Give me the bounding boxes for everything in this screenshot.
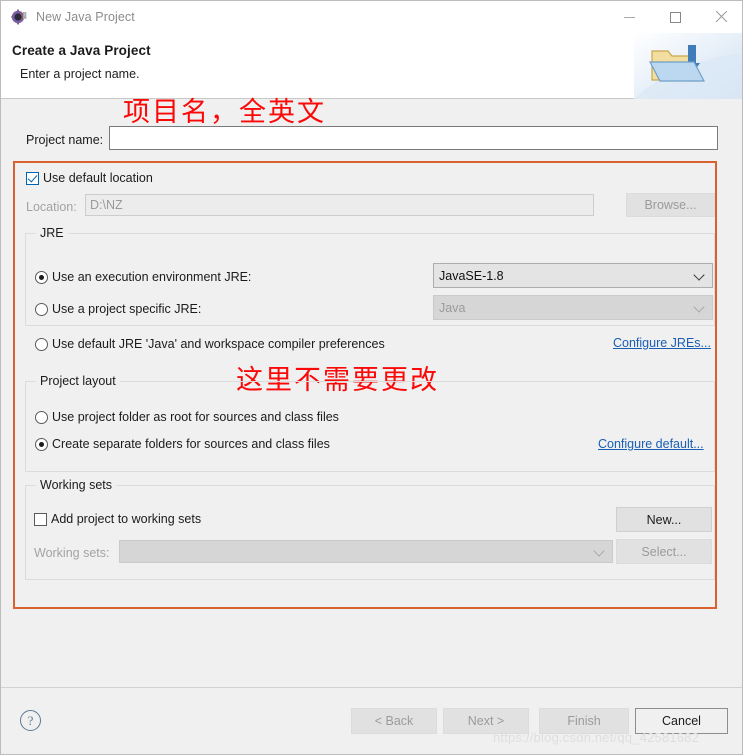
working-sets-combo[interactable]	[119, 540, 613, 563]
configure-jres-link[interactable]: Configure JREs...	[613, 336, 711, 350]
project-layout-legend: Project layout	[36, 374, 120, 388]
radio-project-folder-root-label: Use project folder as root for sources a…	[52, 410, 339, 424]
chevron-down-icon	[593, 544, 605, 557]
project-layout-group: Project layout	[25, 374, 715, 472]
maximize-icon	[669, 11, 681, 23]
minimize-button[interactable]	[606, 1, 652, 33]
page-subtitle: Enter a project name.	[20, 67, 140, 81]
configure-default-link[interactable]: Configure default...	[598, 437, 704, 451]
window-title: New Java Project	[36, 10, 135, 24]
radio-execution-environment-jre-label: Use an execution environment JRE:	[52, 270, 252, 284]
working-sets-label: Working sets:	[34, 546, 110, 560]
chevron-down-icon	[693, 268, 705, 281]
eclipse-java-project-icon	[11, 9, 27, 25]
add-project-to-working-sets-label: Add project to working sets	[51, 512, 202, 526]
project-specific-jre-value: Java	[439, 300, 466, 315]
chevron-down-icon	[693, 300, 705, 313]
execution-environment-combo[interactable]: JavaSE-1.8	[433, 263, 713, 288]
window-controls	[606, 1, 742, 33]
watermark-text: https://blog.csdn.net/qq_42581682	[493, 730, 700, 745]
radio-execution-environment-jre[interactable]	[35, 271, 48, 284]
jre-legend: JRE	[36, 226, 68, 240]
new-working-set-button[interactable]: New...	[616, 507, 712, 532]
dialog-content: 项目名，全英文 Project name: Use default locati…	[1, 97, 742, 687]
use-default-location-label: Use default location	[43, 171, 153, 185]
dialog-header: Create a Java Project Enter a project na…	[1, 33, 742, 99]
radio-default-jre-label: Use default JRE 'Java' and workspace com…	[52, 337, 385, 351]
location-input[interactable]	[85, 194, 594, 216]
close-icon	[715, 11, 727, 23]
radio-default-jre[interactable]	[35, 338, 48, 351]
minimize-icon	[623, 16, 635, 18]
radio-project-specific-jre-label: Use a project specific JRE:	[52, 302, 202, 316]
radio-project-specific-jre[interactable]	[35, 303, 48, 316]
annotation-project-name: 项目名，全英文	[123, 97, 326, 128]
project-name-label: Project name:	[26, 133, 104, 147]
working-sets-legend: Working sets	[36, 478, 117, 492]
project-specific-jre-combo[interactable]: Java	[433, 295, 713, 320]
select-working-set-button[interactable]: Select...	[616, 539, 712, 564]
add-project-to-working-sets-checkbox[interactable]	[34, 513, 47, 526]
radio-project-folder-root[interactable]	[35, 411, 48, 424]
maximize-button[interactable]	[652, 1, 698, 33]
working-sets-group: Working sets	[25, 478, 715, 580]
execution-environment-value: JavaSE-1.8	[439, 268, 504, 283]
title-bar: New Java Project	[1, 1, 742, 33]
close-button[interactable]	[698, 1, 742, 33]
page-title: Create a Java Project	[12, 43, 151, 58]
new-java-project-dialog: New Java Project Create a Java Project E…	[0, 0, 743, 755]
help-question-icon[interactable]: ?	[20, 710, 41, 731]
use-default-location-checkbox[interactable]	[26, 172, 39, 185]
project-name-input[interactable]	[109, 126, 718, 150]
radio-separate-folders[interactable]	[35, 438, 48, 451]
location-label: Location:	[26, 200, 77, 214]
back-button[interactable]: < Back	[351, 708, 437, 734]
radio-separate-folders-label: Create separate folders for sources and …	[52, 437, 330, 451]
browse-button[interactable]: Browse...	[626, 193, 715, 217]
header-banner	[634, 33, 742, 99]
